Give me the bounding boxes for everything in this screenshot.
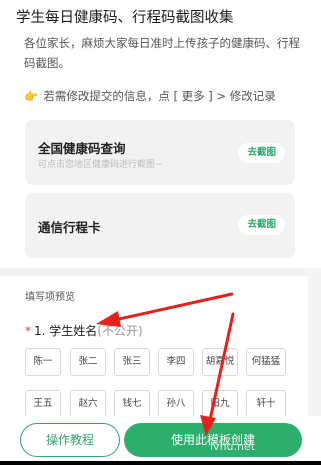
privacy-note: (不公开) bbox=[97, 324, 143, 338]
name-option[interactable]: 轩十 bbox=[246, 390, 286, 418]
tutorial-button[interactable]: 操作教程 bbox=[20, 423, 120, 457]
page-description: 各位家长，麻烦大家每日准时上传孩子的健康码、行程码截图。 bbox=[24, 36, 300, 70]
bottom-strip bbox=[0, 461, 321, 465]
name-option[interactable]: 胡嘉悦 bbox=[202, 348, 238, 376]
travel-card-title: 通信行程卡 bbox=[38, 220, 101, 235]
name-option[interactable]: 田九 bbox=[202, 390, 238, 418]
travel-card-screenshot-button[interactable]: 去截图 bbox=[238, 215, 285, 235]
name-option[interactable]: 陈一 bbox=[25, 348, 61, 376]
pointing-hand-icon: 👉 bbox=[24, 89, 39, 103]
form-preview-label: 填写项预览 bbox=[25, 292, 75, 303]
name-option[interactable]: 张三 bbox=[114, 348, 150, 376]
edit-hint-text: 若需修改提交的信息，点 [ 更多 ] > 修改记录 bbox=[43, 89, 276, 103]
health-code-card[interactable]: 全国健康码查询 可点击您地区健康码进行截图~ 去截图 bbox=[25, 120, 295, 185]
name-option[interactable]: 李四 bbox=[158, 348, 194, 376]
health-code-card-title: 全国健康码查询 bbox=[38, 141, 126, 156]
health-code-screenshot-button[interactable]: 去截图 bbox=[238, 143, 285, 163]
name-option[interactable]: 赵六 bbox=[70, 390, 106, 418]
page-title: 学生每日健康码、行程码截图收集 bbox=[16, 10, 234, 26]
name-option[interactable]: 孙八 bbox=[158, 390, 194, 418]
question-label: 1. 学生姓名 bbox=[34, 324, 98, 338]
question-title: * 1. 学生姓名(不公开) bbox=[25, 322, 143, 339]
watermark: lvhu.net bbox=[210, 440, 256, 453]
name-option[interactable]: 钱七 bbox=[114, 390, 150, 418]
section-divider bbox=[0, 268, 321, 276]
name-option[interactable]: 王五 bbox=[25, 390, 61, 418]
name-option[interactable]: 张二 bbox=[70, 348, 106, 376]
health-code-card-subtitle: 可点击您地区健康码进行截图~ bbox=[38, 160, 163, 170]
required-mark: * bbox=[25, 324, 31, 338]
name-option[interactable]: 何猛猛 bbox=[246, 348, 286, 376]
edit-hint: 👉 若需修改提交的信息，点 [ 更多 ] > 修改记录 bbox=[24, 88, 276, 104]
travel-card[interactable]: 通信行程卡 去截图 bbox=[25, 193, 295, 258]
